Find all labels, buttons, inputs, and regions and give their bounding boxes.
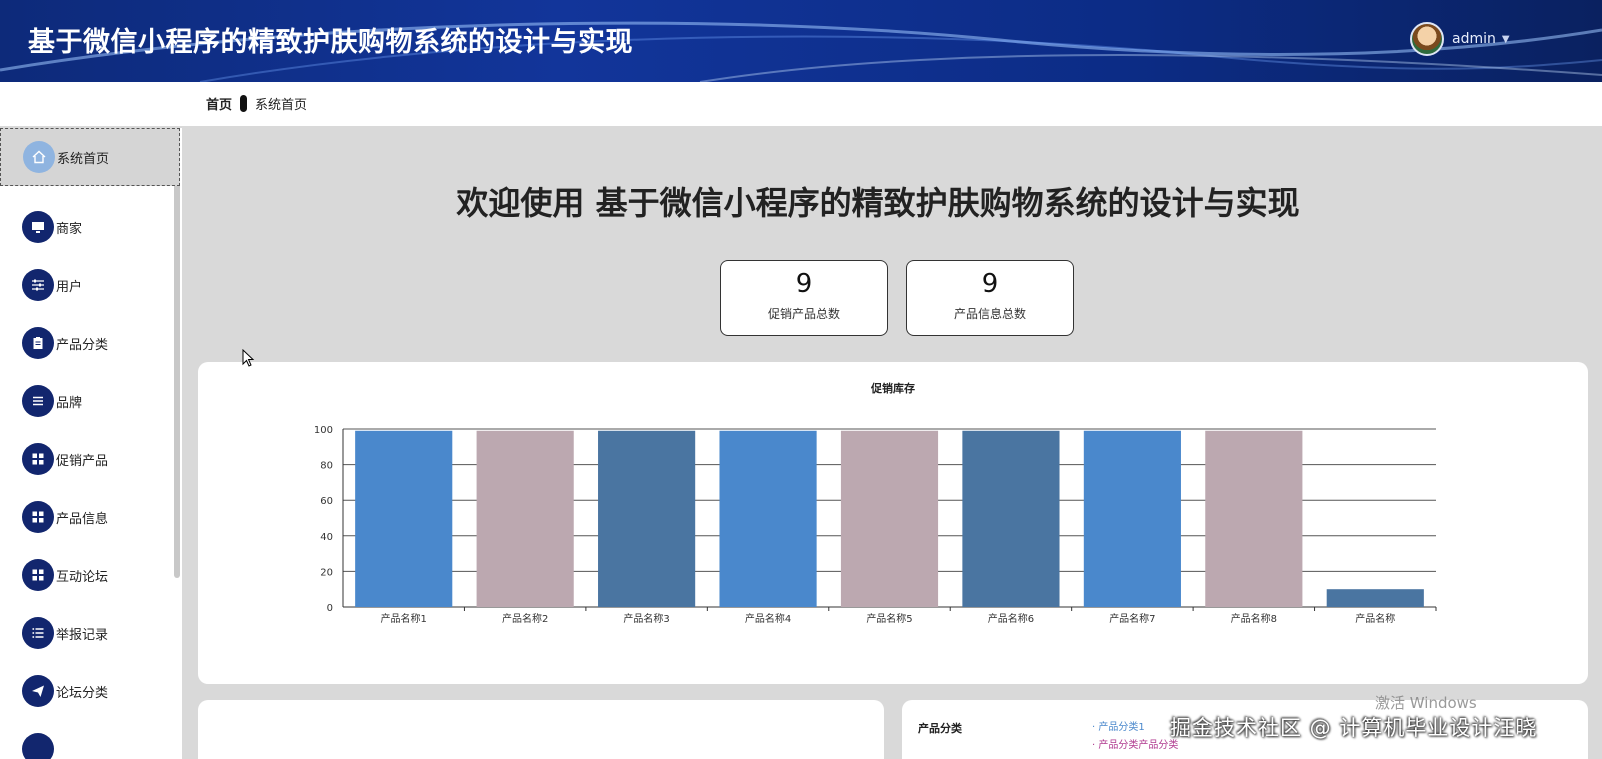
- grid-icon: [22, 443, 54, 475]
- site-watermark: 掘金技术社区 @ 计算机毕业设计汪晓: [1170, 716, 1538, 740]
- legend-item[interactable]: · 产品分类产品分类: [1092, 736, 1178, 751]
- y-tick-label: 20: [320, 567, 333, 578]
- sidebar-item-label: 产品分类: [56, 337, 109, 353]
- legend-label: 产品分类1: [1098, 722, 1145, 733]
- x-tick-label: 产品名称4: [745, 612, 791, 625]
- empty-card: [198, 700, 884, 759]
- sidebar-item-forum-category[interactable]: 论坛分类: [22, 675, 108, 707]
- sidebar: 系统首页 商家 用户 产品分类 品牌 促销产品 产品信息 互动论坛 举报记录 论…: [0, 128, 182, 759]
- y-tick-label: 40: [320, 532, 333, 543]
- chevron-down-icon: ▼: [1501, 33, 1510, 45]
- bar[interactable]: [355, 430, 453, 607]
- sidebar-item-home[interactable]: 系统首页: [0, 128, 180, 186]
- x-tick-label: 产品名称5: [866, 612, 912, 625]
- bar[interactable]: [476, 430, 574, 607]
- sidebar-item-label: 商家: [56, 221, 83, 237]
- pie-chart-title: 产品分类: [918, 722, 962, 735]
- bar-chart: 0 20 40 60 80 100 产品名称1 产品名称2 产品名称3 产品名称4 产品名称5 产品名…: [314, 425, 1437, 625]
- sidebar-item-brand[interactable]: 品牌: [22, 385, 82, 417]
- welcome-heading: 欢迎使用 基于微信小程序的精致护肤购物系统的设计与实现: [456, 184, 1300, 222]
- sidebar-item-label: 系统首页: [57, 151, 110, 167]
- legend-label: 产品分类产品分类: [1098, 740, 1179, 751]
- send-icon: [22, 675, 54, 707]
- legend-item[interactable]: · 产品分类1: [1092, 718, 1145, 733]
- breadcrumb-separator: [240, 95, 248, 112]
- sidebar-item-report[interactable]: 举报记录: [22, 617, 108, 649]
- sidebar-scrollbar[interactable]: [174, 128, 180, 578]
- x-tick-label: 产品名称: [1355, 612, 1395, 625]
- avatar: [1410, 22, 1444, 56]
- more-icon: [22, 733, 54, 759]
- bar[interactable]: [1326, 589, 1424, 607]
- breadcrumb: 首页 系统首页: [206, 94, 307, 113]
- sidebar-item-merchant[interactable]: 商家: [22, 211, 82, 243]
- x-tick-label: 产品名称6: [988, 612, 1034, 625]
- sidebar-item-label: 举报记录: [56, 627, 109, 643]
- clipboard-icon: [22, 327, 54, 359]
- bar[interactable]: [962, 430, 1060, 607]
- home-icon: [23, 141, 55, 173]
- sidebar-item-more[interactable]: [22, 733, 54, 759]
- monitor-icon: [22, 211, 54, 243]
- user-name: admin: [1452, 31, 1496, 47]
- x-tick-label: 产品名称8: [1231, 612, 1277, 625]
- windows-activation-watermark: 激活 Windows: [1375, 694, 1477, 712]
- list-icon: [22, 385, 54, 417]
- stat-card-promotion-total: 9 促销产品总数: [720, 260, 888, 336]
- bar[interactable]: [1205, 430, 1303, 607]
- grid-icon: [22, 501, 54, 533]
- stat-label: 产品信息总数: [953, 307, 1026, 321]
- sidebar-item-user[interactable]: 用户: [22, 269, 82, 301]
- bar[interactable]: [840, 430, 939, 607]
- breadcrumb-home[interactable]: 首页: [206, 94, 232, 113]
- bar[interactable]: [1083, 430, 1181, 607]
- sidebar-item-promotion[interactable]: 促销产品: [22, 443, 108, 475]
- breadcrumb-bar: 首页 系统首页: [0, 82, 1602, 126]
- x-tick-label: 产品名称3: [623, 612, 669, 625]
- x-tick-label: 产品名称7: [1109, 612, 1155, 625]
- list-check-icon: [22, 617, 54, 649]
- sidebar-item-label: 促销产品: [56, 453, 109, 469]
- sidebar-item-forum[interactable]: 互动论坛: [22, 559, 108, 591]
- stat-label: 促销产品总数: [767, 307, 840, 321]
- stat-value: 9: [795, 269, 813, 299]
- stat-value: 9: [981, 269, 999, 299]
- sidebar-item-product-info[interactable]: 产品信息: [22, 501, 108, 533]
- y-tick-label: 100: [314, 425, 333, 436]
- x-tick-label: 产品名称2: [502, 612, 548, 625]
- breadcrumb-current: 系统首页: [255, 98, 308, 113]
- sidebar-item-label: 产品信息: [56, 511, 109, 527]
- sidebar-item-label: 论坛分类: [56, 685, 109, 701]
- sliders-icon: [22, 269, 54, 301]
- chart-card: 促销库存 0 20 40 60 80 100 产品名称1 产品名称2 产品名称3 产品名称4 产品名…: [198, 362, 1588, 684]
- sidebar-item-product-category[interactable]: 产品分类: [22, 327, 108, 359]
- sidebar-item-label: 用户: [56, 279, 83, 295]
- y-tick-label: 0: [327, 603, 333, 614]
- app-title: 基于微信小程序的精致护肤购物系统的设计与实现: [28, 27, 633, 58]
- sidebar-item-label: 品牌: [56, 395, 83, 411]
- y-tick-label: 80: [320, 461, 333, 472]
- sidebar-item-label: 互动论坛: [56, 569, 109, 585]
- y-tick-label: 60: [320, 496, 333, 507]
- x-tick-label: 产品名称1: [381, 612, 427, 625]
- grid-icon: [22, 559, 54, 591]
- stat-card-product-total: 9 产品信息总数: [906, 260, 1074, 336]
- bar[interactable]: [598, 430, 696, 607]
- top-header: 基于微信小程序的精致护肤购物系统的设计与实现 admin ▼: [0, 0, 1602, 82]
- mouse-cursor-icon: [242, 349, 255, 367]
- user-menu[interactable]: admin ▼: [1410, 22, 1510, 56]
- bar[interactable]: [719, 430, 817, 607]
